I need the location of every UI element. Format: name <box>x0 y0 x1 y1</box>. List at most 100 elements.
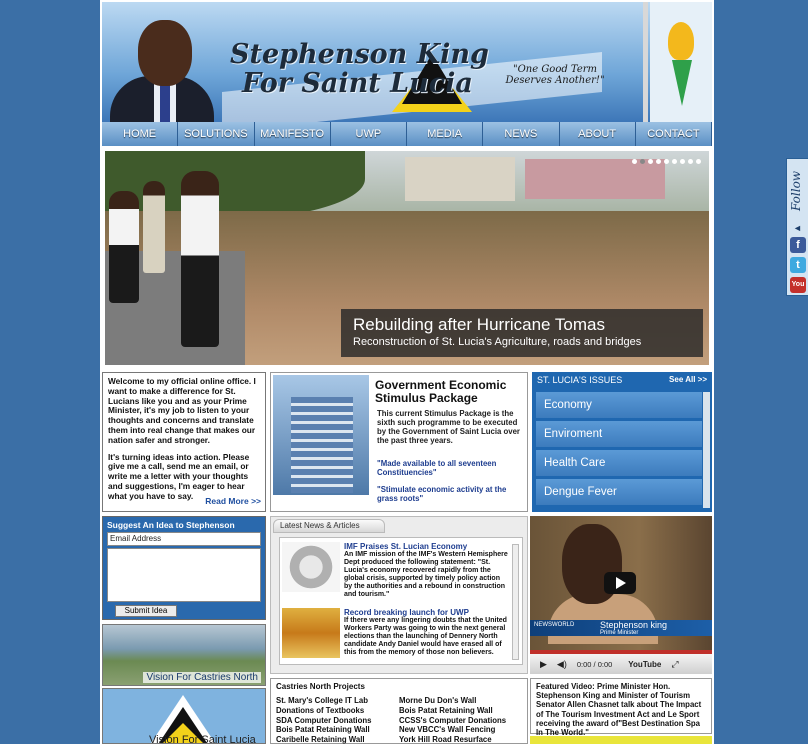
slide-dot[interactable] <box>688 159 693 164</box>
project-column: Morne Du Don's Wall Bois Patat Retaining… <box>399 696 522 744</box>
slide-dot[interactable] <box>680 159 685 164</box>
nav-uwp[interactable]: UWP <box>331 122 407 146</box>
nav-news[interactable]: NEWS <box>483 122 560 146</box>
hero-slideshow[interactable]: Rebuilding after Hurricane Tomas Reconst… <box>102 148 712 368</box>
youtube-icon[interactable]: You <box>790 277 806 293</box>
slide-dot[interactable] <box>672 159 677 164</box>
project-link[interactable]: Donations of Textbooks <box>276 706 399 716</box>
news-thumbnail[interactable] <box>282 542 340 592</box>
read-more-link[interactable]: Read More >> <box>205 496 261 507</box>
project-link[interactable]: York Hill Road Resurface <box>399 735 522 744</box>
castries-projects: Castries North Projects St. Mary's Colle… <box>270 678 528 744</box>
youtube-logo-icon[interactable]: YouTube <box>628 660 661 669</box>
vision-castries-banner[interactable]: Vision For Castries North <box>102 624 266 686</box>
header-banner: Stephenson King For Saint Lucia "One Goo… <box>102 2 712 122</box>
torch-handle-icon <box>672 60 692 106</box>
nav-home[interactable]: HOME <box>102 122 179 146</box>
news-thumbnail[interactable] <box>282 608 340 658</box>
nav-about[interactable]: ABOUT <box>560 122 636 146</box>
video-person-role: Prime Minister <box>600 630 639 636</box>
project-link[interactable]: CCSS's Computer Donations <box>399 716 522 726</box>
email-field[interactable]: Email Address <box>107 532 261 546</box>
project-link[interactable]: Caribelle Retaining Wall <box>276 735 399 744</box>
play-control-icon[interactable]: ▶ <box>540 659 547 670</box>
follow-sidebar: Follow ◄ f t You <box>786 158 808 296</box>
slide-dot[interactable] <box>648 159 653 164</box>
stimulus-quote: "Made available to all seventeen Constit… <box>377 459 497 477</box>
slide-dot[interactable] <box>632 159 637 164</box>
news-scrollbar[interactable] <box>512 544 519 660</box>
video-time: 0:00 / 0:00 <box>576 659 613 669</box>
suggest-idea-form: Suggest An Idea to Stephenson Email Addr… <box>102 516 266 620</box>
slide-dot[interactable] <box>640 159 645 164</box>
issue-economy[interactable]: Economy <box>536 392 702 418</box>
portrait-tie <box>160 82 170 122</box>
divider <box>643 2 648 122</box>
issues-panel: ST. LUCIA'S ISSUES See All >> Economy En… <box>532 372 712 512</box>
slide-dot[interactable] <box>656 159 661 164</box>
slide-dot[interactable] <box>664 159 669 164</box>
hero-house <box>405 157 515 201</box>
see-all-link[interactable]: See All >> <box>669 375 707 387</box>
project-link[interactable]: SDA Computer Donations <box>276 716 399 726</box>
nav-media[interactable]: MEDIA <box>407 122 484 146</box>
nav-manifesto[interactable]: MANIFESTO <box>255 122 331 146</box>
stimulus-body: This current Stimulus Package is the six… <box>377 409 520 445</box>
news-item: Record breaking launch for UWP If there … <box>282 608 522 664</box>
follow-label: Follow <box>789 170 803 212</box>
play-icon[interactable] <box>604 572 636 594</box>
slide-dot[interactable] <box>696 159 701 164</box>
hero-caption-title: Rebuilding after Hurricane Tomas <box>353 315 605 334</box>
project-column: St. Mary's College IT Lab Donations of T… <box>276 696 399 744</box>
welcome-paragraph: It's turning ideas into action. Please g… <box>108 451 250 501</box>
tab-latest-news[interactable]: Latest News & Articles <box>273 519 385 533</box>
news-title[interactable]: Record breaking launch for UWP <box>344 608 508 617</box>
news-list: IMF Praises St. Lucian Economy An IMF mi… <box>279 537 523 665</box>
welcome-paragraph: Welcome to my official online office. I … <box>108 376 256 445</box>
nav-contact[interactable]: CONTACT <box>636 122 712 146</box>
slogan-line2: Deserves Another!" <box>505 75 605 86</box>
submit-idea-button[interactable]: Submit Idea <box>115 605 177 617</box>
welcome-box: Welcome to my official online office. I … <box>102 372 266 512</box>
fullscreen-icon[interactable]: ⤢ <box>671 659 678 670</box>
stimulus-title[interactable]: Government Economic Stimulus Package <box>375 379 525 405</box>
nav-solutions[interactable]: SOLUTIONS <box>178 122 255 146</box>
video-player[interactable]: Stephenson king Prime Minister NEWSWORLD… <box>530 516 712 674</box>
page-container: Stephenson King For Saint Lucia "One Goo… <box>100 0 714 744</box>
twitter-icon[interactable]: t <box>790 257 806 273</box>
portrait-face <box>138 20 192 86</box>
project-link[interactable]: Bois Patat Retaining Wall <box>276 725 399 735</box>
issues-scrollbar[interactable] <box>703 392 710 508</box>
project-link[interactable]: St. Mary's College IT Lab <box>276 696 399 706</box>
channel-logo: NEWSWORLD <box>534 622 575 628</box>
building-image[interactable] <box>273 375 369 495</box>
hero-person <box>181 171 219 347</box>
volume-icon[interactable]: ◀) <box>557 659 567 670</box>
issues-list: Economy Enviroment Health Care Dengue Fe… <box>536 392 702 508</box>
hero-person <box>143 181 165 273</box>
issue-dengue-fever[interactable]: Dengue Fever <box>536 479 702 505</box>
building-shape <box>291 397 353 493</box>
vision-saint-lucia-banner[interactable]: Vision For Saint Lucia <box>102 688 266 744</box>
issue-enviroment[interactable]: Enviroment <box>536 421 702 447</box>
news-title[interactable]: IMF Praises St. Lucian Economy <box>344 542 508 551</box>
site-title-line1: Stephenson King <box>230 39 489 70</box>
vision-saint-lucia-caption: Vision For Saint Lucia <box>149 734 256 744</box>
slide-indicators <box>632 159 701 164</box>
project-link[interactable]: Morne Du Don's Wall <box>399 696 522 706</box>
idea-textarea[interactable] <box>107 548 261 602</box>
hero-house <box>525 159 665 199</box>
hero-caption: Rebuilding after Hurricane Tomas Reconst… <box>341 309 703 357</box>
slogan: "One Good Term Deserves Another!" <box>500 64 610 86</box>
issues-heading: ST. LUCIA'S ISSUES <box>537 375 623 385</box>
site-title: Stephenson King For Saint Lucia <box>230 40 489 98</box>
project-link[interactable]: New VBCC's Wall Fencing <box>399 725 522 735</box>
facebook-icon[interactable]: f <box>790 237 806 253</box>
issue-health-care[interactable]: Health Care <box>536 450 702 476</box>
news-text: An IMF mission of the IMF's Western Hemi… <box>344 551 508 598</box>
project-link[interactable]: Bois Patat Retaining Wall <box>399 706 522 716</box>
hero-caption-subtitle: Reconstruction of St. Lucia's Agricultur… <box>353 336 642 348</box>
yellow-banner-strip <box>530 736 712 744</box>
torch-logo <box>650 2 712 122</box>
torch-flame-icon <box>668 22 694 60</box>
